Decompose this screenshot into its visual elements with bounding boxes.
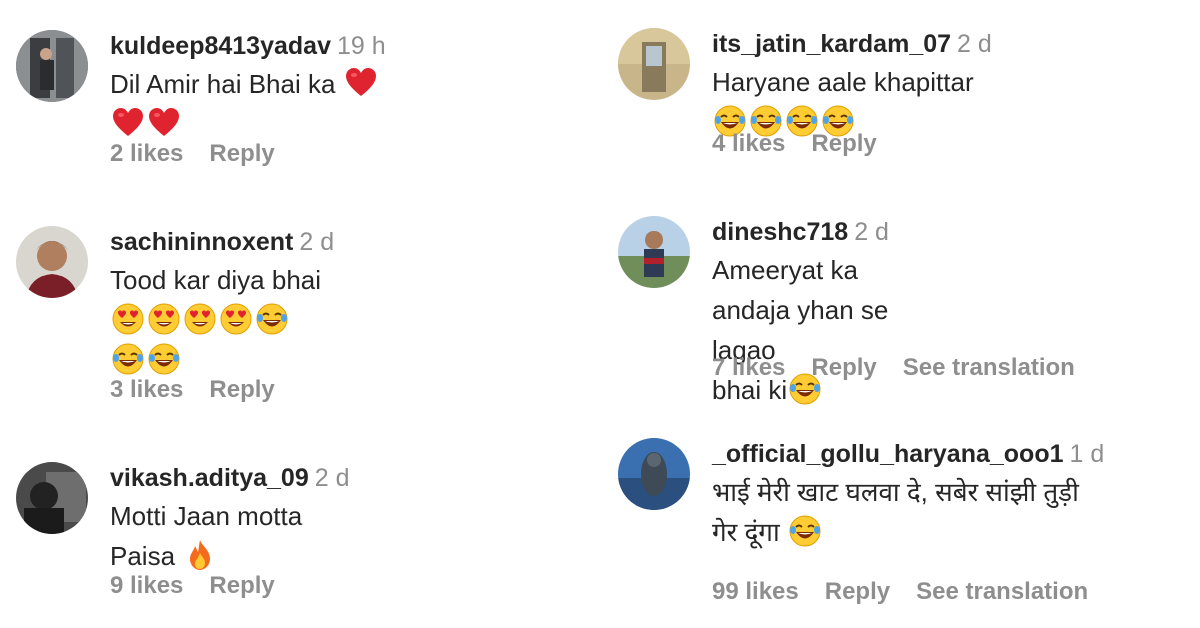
fire-icon — [184, 539, 216, 571]
likes-count[interactable]: 9 likes — [110, 572, 183, 599]
comment-text: भाई मेरी खाट घलवा दे, सबेर सांझी तुड़ी ग… — [712, 477, 1079, 547]
timestamp[interactable]: 2 d — [299, 228, 334, 256]
red-heart-icon — [345, 67, 377, 99]
comment-actions: 9 likes Reply — [110, 572, 301, 600]
see-translation-button[interactable]: See translation — [903, 354, 1075, 381]
tears-of-joy-icon — [148, 343, 180, 375]
likes-count[interactable]: 3 likes — [110, 376, 183, 403]
comment-text: Ameeryat ka andaja yhan se lagao bhai ki — [712, 255, 889, 405]
comment-actions: 2 likes Reply — [110, 140, 301, 168]
reply-button[interactable]: Reply — [811, 354, 876, 381]
likes-count[interactable]: 2 likes — [110, 140, 183, 167]
tears-of-joy-icon — [112, 343, 144, 375]
username[interactable]: vikash.aditya_09 — [110, 464, 309, 492]
username[interactable]: _official_gollu_haryana_ooo1 — [712, 440, 1064, 468]
avatar[interactable] — [16, 226, 88, 298]
reply-button[interactable]: Reply — [209, 140, 274, 167]
reply-button[interactable]: Reply — [825, 578, 890, 605]
avatar[interactable] — [16, 462, 88, 534]
username[interactable]: sachininnoxent — [110, 228, 293, 256]
heart-eyes-icon — [184, 303, 216, 335]
heart-eyes-icon — [148, 303, 180, 335]
comment-actions: 4 likes Reply — [712, 130, 903, 158]
username[interactable]: its_jatin_kardam_07 — [712, 30, 951, 58]
reply-button[interactable]: Reply — [209, 376, 274, 403]
comment-actions: 99 likes Reply See translation — [712, 578, 1114, 606]
timestamp[interactable]: 1 d — [1070, 440, 1105, 468]
likes-count[interactable]: 7 likes — [712, 354, 785, 381]
avatar[interactable] — [618, 216, 690, 288]
reply-button[interactable]: Reply — [209, 572, 274, 599]
timestamp[interactable]: 2 d — [315, 464, 350, 492]
avatar[interactable] — [16, 30, 88, 102]
red-heart-icon — [112, 107, 144, 139]
comment-text: Motti Jaan motta Paisa — [110, 501, 303, 571]
red-heart-icon — [148, 107, 180, 139]
see-translation-button[interactable]: See translation — [916, 578, 1088, 605]
comment-actions: 3 likes Reply — [110, 376, 301, 404]
comment-text: Dil Amir hai Bhai ka — [110, 64, 386, 144]
avatar[interactable] — [618, 28, 690, 100]
tears-of-joy-icon — [789, 515, 821, 547]
avatar[interactable] — [618, 438, 690, 510]
comment-actions: 7 likes Reply See translation — [712, 354, 1101, 382]
username[interactable]: dineshc718 — [712, 218, 848, 246]
heart-eyes-icon — [112, 303, 144, 335]
heart-eyes-icon — [220, 303, 252, 335]
username[interactable]: kuldeep8413yadav — [110, 32, 331, 60]
timestamp[interactable]: 19 h — [337, 32, 386, 60]
reply-button[interactable]: Reply — [811, 130, 876, 157]
tears-of-joy-icon — [256, 303, 288, 335]
timestamp[interactable]: 2 d — [854, 218, 889, 246]
likes-count[interactable]: 4 likes — [712, 130, 785, 157]
likes-count[interactable]: 99 likes — [712, 578, 799, 605]
comment-text: Tood kar diya bhai — [110, 260, 334, 380]
timestamp[interactable]: 2 d — [957, 30, 992, 58]
